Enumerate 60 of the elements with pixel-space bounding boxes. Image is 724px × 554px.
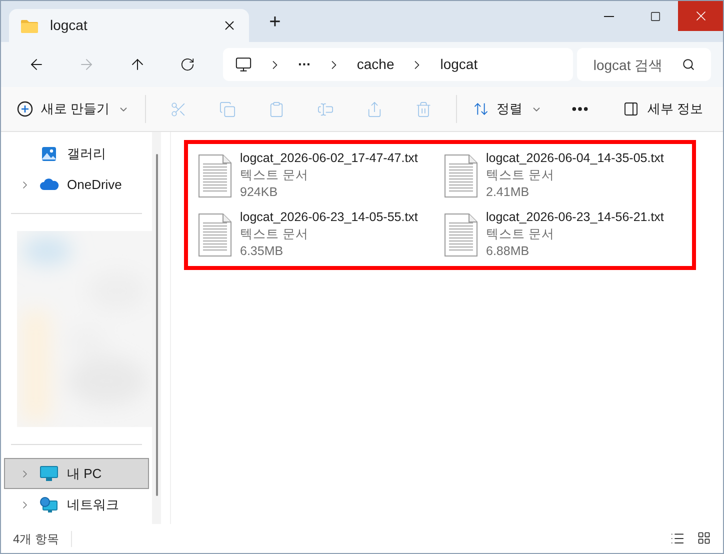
details-pane-icon (623, 101, 640, 117)
cloud-icon (39, 178, 59, 191)
window-tab[interactable]: logcat (9, 9, 249, 42)
file-size: 6.88MB (486, 243, 530, 260)
sort-icon (472, 101, 489, 117)
file-item[interactable]: logcat_2026-06-23_14-05-55.txt 텍스트 문서 6.35MB (198, 207, 436, 262)
refresh-icon (180, 57, 196, 72)
details-button[interactable]: 세부 정보 (615, 93, 711, 125)
file-type: 텍스트 문서 (240, 167, 310, 184)
tab-title: logcat (50, 16, 88, 35)
breadcrumb-item[interactable]: cache (356, 54, 394, 75)
file-size: 6.35MB (240, 243, 284, 260)
file-type: 텍스트 문서 (240, 226, 310, 243)
rename-icon (316, 100, 334, 118)
clipboard-icon (268, 100, 285, 118)
sidebar-item[interactable]: OneDrive (4, 169, 149, 200)
gallery-icon (41, 146, 57, 162)
item-count: 4개 항목 (13, 530, 60, 548)
copy-icon (218, 100, 236, 118)
trash-icon (414, 100, 432, 118)
file-type: 텍스트 문서 (486, 167, 556, 184)
file-name: logcat_2026-06-23_14-05-55.txt (240, 209, 418, 226)
text-file-icon (198, 212, 232, 256)
monitor-icon (40, 466, 58, 482)
file-name: logcat_2026-06-04_14-35-05.txt (486, 150, 664, 167)
breadcrumb-item[interactable]: logcat (440, 54, 478, 75)
sidebar-label: 네트워크 (67, 496, 119, 514)
new-tab-button[interactable]: + (261, 8, 289, 36)
sort-button[interactable]: 정렬 (464, 93, 550, 125)
file-type: 텍스트 문서 (486, 226, 556, 243)
breadcrumb-item[interactable]: ··· (298, 54, 311, 75)
search-icon (682, 58, 695, 71)
search-field[interactable]: logcat 검색 (577, 48, 711, 81)
file-item[interactable]: logcat_2026-06-04_14-35-05.txt 텍스트 문서 2.41MB (444, 148, 682, 203)
share-icon (366, 100, 383, 118)
scissors-icon (170, 100, 187, 118)
new-button[interactable]: 새로 만들기 (13, 93, 137, 125)
sidebar-label: 갤러리 (67, 144, 106, 163)
text-file-icon (444, 154, 478, 198)
file-name: logcat_2026-06-23_14-56-21.txt (486, 209, 664, 226)
sidebar-item[interactable]: 갤러리 (4, 138, 149, 169)
sidebar-item[interactable]: 내 PC (4, 458, 149, 489)
address-bar[interactable]: ··· cache logcat (222, 48, 574, 81)
text-file-icon (198, 154, 232, 198)
maximize-icon (650, 10, 660, 22)
tiles-view-icon[interactable] (697, 531, 711, 545)
sidebar-label: OneDrive (67, 176, 122, 194)
network-icon (40, 496, 58, 512)
scrollbar-thumb[interactable] (156, 154, 158, 496)
text-file-icon (444, 212, 478, 256)
folder-icon (21, 18, 38, 32)
file-item[interactable]: logcat_2026-06-02_17-47-47.txt 텍스트 문서 924KB (198, 148, 436, 203)
computer-icon (234, 56, 252, 73)
file-item[interactable]: logcat_2026-06-23_14-56-21.txt 텍스트 문서 6.88MB (444, 207, 682, 262)
sidebar-item[interactable]: 네트워크 (4, 489, 149, 520)
file-name: logcat_2026-06-02_17-47-47.txt (240, 150, 418, 167)
sidebar-label: 내 PC (67, 464, 102, 483)
plus-circle-icon (17, 101, 33, 117)
file-size: 924KB (240, 184, 279, 201)
file-size: 2.41MB (486, 184, 530, 201)
